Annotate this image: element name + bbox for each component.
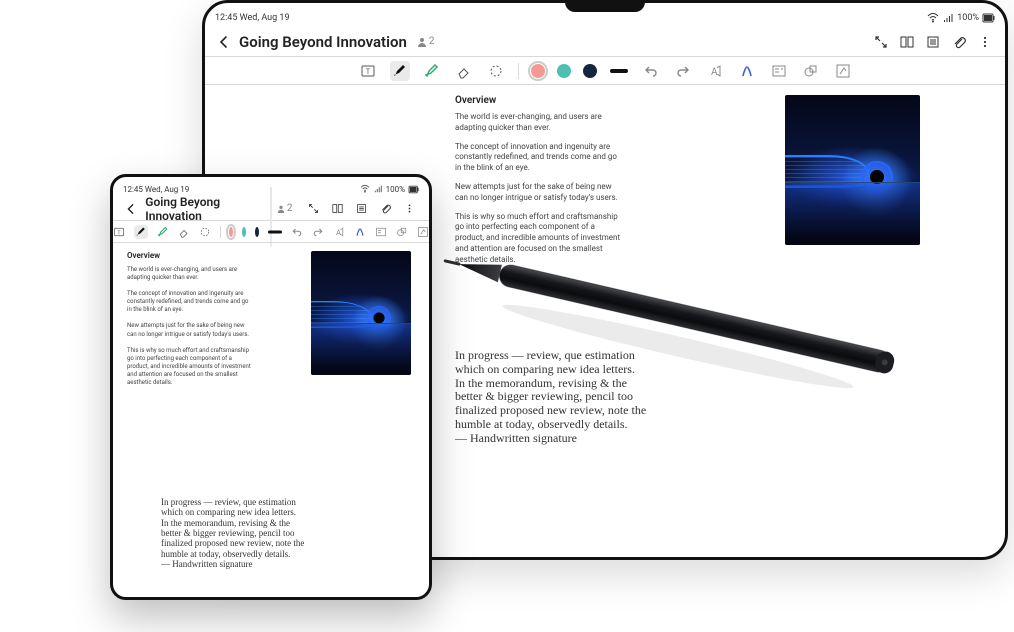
shapes-tool[interactable]	[396, 225, 408, 239]
note-image-car[interactable]	[311, 251, 411, 375]
lasso-tool[interactable]	[486, 61, 506, 81]
svg-text:T: T	[117, 230, 121, 236]
stroke-preview[interactable]	[609, 61, 629, 81]
highlighter-tool[interactable]	[422, 61, 442, 81]
convert-tool[interactable]	[833, 61, 853, 81]
person-icon	[417, 37, 427, 47]
easy-writing-tool[interactable]	[354, 225, 366, 239]
color-navy[interactable]	[583, 64, 597, 78]
car-body-shape	[311, 301, 373, 328]
wifi-icon	[360, 185, 370, 193]
car-body-shape	[785, 155, 869, 188]
color-coral[interactable]	[229, 227, 233, 237]
overview-p2: The concept of innovation and ingenuity …	[127, 290, 251, 314]
pen-tool[interactable]	[390, 61, 410, 81]
fullscreen-button[interactable]	[305, 199, 323, 219]
signal-icon	[374, 185, 382, 193]
participants-badge[interactable]: 2	[417, 36, 435, 47]
back-button[interactable]	[123, 200, 139, 218]
attach-button[interactable]	[377, 199, 395, 219]
page-list-button[interactable]	[353, 199, 371, 219]
color-teal[interactable]	[242, 227, 246, 237]
color-coral[interactable]	[531, 64, 545, 78]
status-time: 12:45 Wed, Aug 19	[123, 185, 189, 194]
wifi-icon	[927, 13, 939, 23]
svg-text:T: T	[365, 68, 370, 76]
eraser-tool[interactable]	[454, 61, 474, 81]
attach-button[interactable]	[949, 32, 969, 52]
text-tool[interactable]: T	[358, 61, 378, 81]
overview-heading: Overview	[127, 251, 251, 260]
shapes-tool[interactable]	[801, 61, 821, 81]
redo-button[interactable]	[312, 225, 324, 239]
car-wheel-shape	[367, 306, 391, 330]
handwriting-block: In progress — review, que estimation whi…	[161, 497, 391, 569]
battery-icon	[983, 14, 995, 22]
battery-pct: 100%	[386, 185, 405, 194]
overview-p3: New attempts just for the sake of being …	[455, 182, 625, 204]
handwriting-block: In progress — review, que estimation whi…	[455, 349, 775, 446]
redo-button[interactable]	[673, 61, 693, 81]
fold-device: 12:45 Wed, Aug 19 100% Going Beyong Inno…	[110, 174, 432, 600]
overview-p1: The world is ever-changing, and users ar…	[455, 112, 625, 134]
more-button[interactable]	[401, 199, 419, 219]
note-image-car[interactable]	[785, 95, 920, 245]
pen-tool[interactable]	[134, 225, 148, 239]
fullscreen-button[interactable]	[871, 32, 891, 52]
lasso-tool[interactable]	[199, 225, 211, 239]
overview-block: Overview The world is ever-changing, and…	[455, 95, 625, 274]
text-style-tool[interactable]: A	[333, 225, 345, 239]
signal-icon	[943, 13, 953, 23]
person-icon	[277, 205, 285, 213]
overview-heading: Overview	[455, 95, 625, 106]
participants-count: 2	[429, 36, 435, 47]
highlighter-tool[interactable]	[157, 225, 169, 239]
toolbar: T A	[113, 221, 429, 243]
page-list-button[interactable]	[923, 32, 943, 52]
align-tool[interactable]	[375, 225, 387, 239]
overview-block: Overview The world is ever-changing, and…	[127, 251, 251, 395]
status-right: 100%	[927, 13, 995, 23]
easy-writing-tool[interactable]	[737, 61, 757, 81]
overview-p4: This is why so much effort and craftsman…	[455, 212, 625, 266]
overview-p3: New attempts just for the sake of being …	[127, 322, 251, 338]
reading-mode-button[interactable]	[897, 32, 917, 52]
note-title: Going Beyong Innovation	[145, 195, 267, 223]
align-tool[interactable]	[769, 61, 789, 81]
battery-icon	[409, 186, 419, 193]
note-title: Going Beyond Innovation	[239, 33, 407, 51]
overview-p4: This is why so much effort and craftsman…	[127, 347, 251, 387]
participants-badge[interactable]: 2	[277, 203, 293, 214]
more-button[interactable]	[975, 32, 995, 52]
participants-count: 2	[287, 203, 293, 214]
overview-p1: The world is ever-changing, and users ar…	[127, 266, 251, 282]
overview-p2: The concept of innovation and ingenuity …	[455, 142, 625, 174]
color-teal[interactable]	[557, 64, 571, 78]
toolbar-divider	[518, 63, 519, 79]
stroke-preview[interactable]	[268, 225, 282, 239]
car-wheel-shape	[861, 161, 893, 193]
battery-pct: 100%	[957, 13, 979, 23]
toolbar: T A	[205, 57, 1005, 85]
status-right: 100%	[360, 185, 419, 194]
svg-text:A: A	[711, 67, 718, 78]
reading-mode-button[interactable]	[329, 199, 347, 219]
back-button[interactable]	[215, 33, 233, 51]
tablet-notch	[565, 2, 645, 12]
convert-tool[interactable]	[417, 225, 429, 239]
text-tool[interactable]: T	[113, 225, 125, 239]
note-page[interactable]: Overview The world is ever-changing, and…	[121, 247, 421, 589]
undo-button[interactable]	[291, 225, 303, 239]
color-navy[interactable]	[255, 227, 259, 237]
undo-button[interactable]	[641, 61, 661, 81]
status-time: 12:45 Wed, Aug 19	[215, 13, 290, 23]
eraser-tool[interactable]	[178, 225, 190, 239]
note-header: Going Beyond Innovation 2	[205, 27, 1005, 57]
text-style-tool[interactable]: A	[705, 61, 725, 81]
svg-text:A: A	[336, 228, 341, 237]
